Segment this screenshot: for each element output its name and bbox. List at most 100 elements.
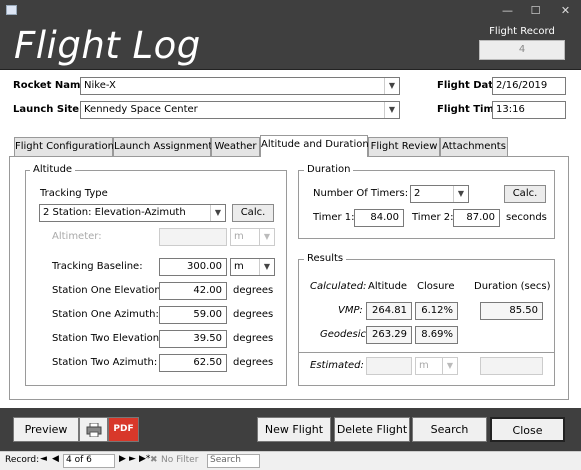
flight-record-field: 4: [479, 40, 565, 60]
search-record-field[interactable]: Search: [207, 454, 260, 468]
pdf-button[interactable]: PDF: [108, 417, 139, 442]
chevron-down-icon[interactable]: ▼: [259, 229, 274, 245]
calculated-label: Calculated:: [310, 281, 367, 292]
duration-group-title: Duration: [304, 164, 354, 175]
estimated-unit-value: m: [419, 360, 429, 371]
next-record-icon[interactable]: ▶: [119, 454, 126, 464]
degrees-label: degrees: [233, 285, 274, 296]
degrees-label: degrees: [233, 309, 274, 320]
tracking-type-label: Tracking Type: [40, 188, 108, 199]
station-two-azimuth-label: Station Two Azimuth:: [52, 357, 158, 368]
estimated-altitude-field[interactable]: [366, 357, 412, 375]
minimize-button[interactable]: —: [494, 0, 521, 21]
number-of-timers-label: Number Of Timers:: [313, 188, 409, 199]
timer-2-field[interactable]: 87.00: [453, 209, 500, 227]
vmp-altitude-field: 264.81: [366, 302, 412, 320]
chevron-down-icon[interactable]: ▼: [384, 102, 399, 118]
delete-flight-button[interactable]: Delete Flight: [334, 417, 410, 442]
timer-2-label: Timer 2:: [412, 212, 454, 223]
vmp-duration-field: 85.50: [480, 302, 543, 320]
station-two-elevation-label: Station Two Elevation:: [52, 333, 163, 344]
duration-group: [298, 170, 555, 239]
flight-time-field[interactable]: 13:16: [492, 101, 566, 119]
closure-column-header: Closure: [417, 281, 455, 292]
timer-1-label: Timer 1:: [313, 212, 355, 223]
tab-launch-assignment[interactable]: Launch Assignment: [113, 137, 212, 156]
previous-record-icon[interactable]: ◀: [52, 454, 59, 464]
altitude-group: [25, 170, 287, 386]
printer-icon: [86, 422, 101, 438]
launch-site-label: Launch Site:: [13, 104, 84, 115]
print-button[interactable]: [79, 417, 108, 442]
seconds-label: seconds: [506, 212, 547, 223]
chevron-down-icon[interactable]: ▼: [384, 78, 399, 94]
no-filter-label[interactable]: No Filter: [161, 455, 198, 465]
record-nav-label: Record:: [5, 455, 40, 465]
chevron-down-icon[interactable]: ▼: [259, 259, 274, 275]
duration-column-header: Duration (secs): [474, 281, 551, 292]
launch-site-combo[interactable]: Kennedy Space Center ▼: [80, 101, 400, 119]
search-button[interactable]: Search: [412, 417, 487, 442]
close-button[interactable]: Close: [490, 417, 565, 442]
station-two-azimuth-field[interactable]: 62.50: [159, 354, 227, 372]
station-one-elevation-field[interactable]: 42.00: [159, 282, 227, 300]
tracking-baseline-label: Tracking Baseline:: [52, 261, 143, 272]
rocket-name-value: Nike-X: [84, 80, 116, 91]
altimeter-unit-combo[interactable]: m ▼: [230, 228, 275, 246]
timer-1-field[interactable]: 84.00: [354, 209, 404, 227]
altimeter-unit-value: m: [234, 231, 244, 242]
estimated-label: Estimated:: [310, 360, 364, 371]
degrees-label: degrees: [233, 333, 274, 344]
rocket-name-combo[interactable]: Nike-X ▼: [80, 77, 400, 95]
tracking-baseline-field[interactable]: 300.00: [159, 258, 227, 276]
altimeter-field[interactable]: [159, 228, 227, 246]
tab-weather[interactable]: Weather: [211, 137, 260, 156]
vmp-label: VMP:: [338, 305, 363, 316]
vmp-closure-field: 6.12%: [415, 302, 458, 320]
new-flight-button[interactable]: New Flight: [257, 417, 331, 442]
tracking-type-combo[interactable]: 2 Station: Elevation-Azimuth ▼: [39, 204, 226, 222]
new-record-icon[interactable]: ▶*: [139, 454, 150, 464]
chevron-down-icon[interactable]: ▼: [453, 186, 468, 202]
close-window-button[interactable]: ✕: [552, 0, 579, 21]
station-one-azimuth-label: Station One Azimuth:: [52, 309, 159, 320]
launch-site-value: Kennedy Space Center: [84, 104, 198, 115]
first-record-icon[interactable]: ◄: [40, 454, 47, 464]
altitude-column-header: Altitude: [368, 281, 408, 292]
results-divider: [299, 352, 554, 353]
estimated-duration-field[interactable]: [480, 357, 543, 375]
altitude-calc-button[interactable]: Calc.: [232, 204, 274, 222]
tab-altitude-and-duration[interactable]: Altitude and Duration: [260, 135, 369, 157]
tab-flight-configuration[interactable]: Flight Configuration: [14, 137, 114, 156]
number-of-timers-combo[interactable]: 2 ▼: [410, 185, 469, 203]
baseline-unit-combo[interactable]: m ▼: [230, 258, 275, 276]
estimated-unit-combo[interactable]: m ▼: [415, 357, 458, 375]
geodesic-altitude-field: 263.29: [366, 326, 412, 344]
station-one-azimuth-field[interactable]: 59.00: [159, 306, 227, 324]
maximize-button[interactable]: ☐: [522, 0, 549, 21]
last-record-icon[interactable]: ►: [129, 454, 136, 464]
number-of-timers-value: 2: [414, 188, 421, 199]
record-position-field[interactable]: 4 of 6: [63, 454, 115, 468]
tab-attachments[interactable]: Attachments: [440, 137, 508, 156]
results-group-title: Results: [304, 253, 347, 264]
geodesic-label: Geodesic:: [320, 329, 370, 340]
geodesic-closure-field: 8.69%: [415, 326, 458, 344]
altitude-group-title: Altitude: [30, 164, 76, 175]
chevron-down-icon[interactable]: ▼: [442, 358, 457, 374]
baseline-unit-value: m: [234, 261, 244, 272]
chevron-down-icon[interactable]: ▼: [210, 205, 225, 221]
station-two-elevation-field[interactable]: 39.50: [159, 330, 227, 348]
form-title: Flight Log: [14, 24, 201, 67]
record-navigation-bar: Record: ◄ ◀ 4 of 6 ▶ ► ▶* ✖ No Filter Se…: [0, 451, 581, 470]
app-icon: [6, 5, 17, 15]
flight-date-field[interactable]: 2/16/2019: [492, 77, 566, 95]
station-one-elevation-label: Station One Elevation:: [52, 285, 165, 296]
tab-flight-review[interactable]: Flight Review: [368, 137, 440, 156]
tracking-type-value: 2 Station: Elevation-Azimuth: [43, 207, 186, 218]
filter-icon: ✖: [150, 455, 158, 465]
flight-record-label: Flight Record: [489, 26, 555, 37]
preview-button[interactable]: Preview: [13, 417, 79, 442]
duration-calc-button[interactable]: Calc.: [504, 185, 546, 203]
degrees-label: degrees: [233, 357, 274, 368]
